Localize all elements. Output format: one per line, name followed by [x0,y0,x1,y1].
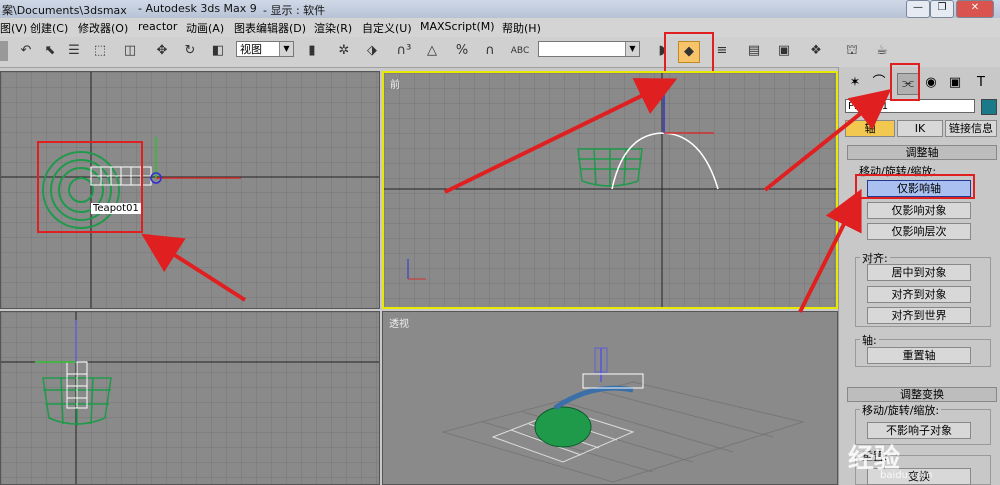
arrow-to-affect-pivot [798,188,862,313]
annotation-arrows [141,78,892,313]
arrow-to-teapot [141,233,247,302]
arrow-to-hierarchy [763,89,892,192]
watermark-sub: baidu.com [880,470,933,481]
arrow-to-align [444,78,678,194]
